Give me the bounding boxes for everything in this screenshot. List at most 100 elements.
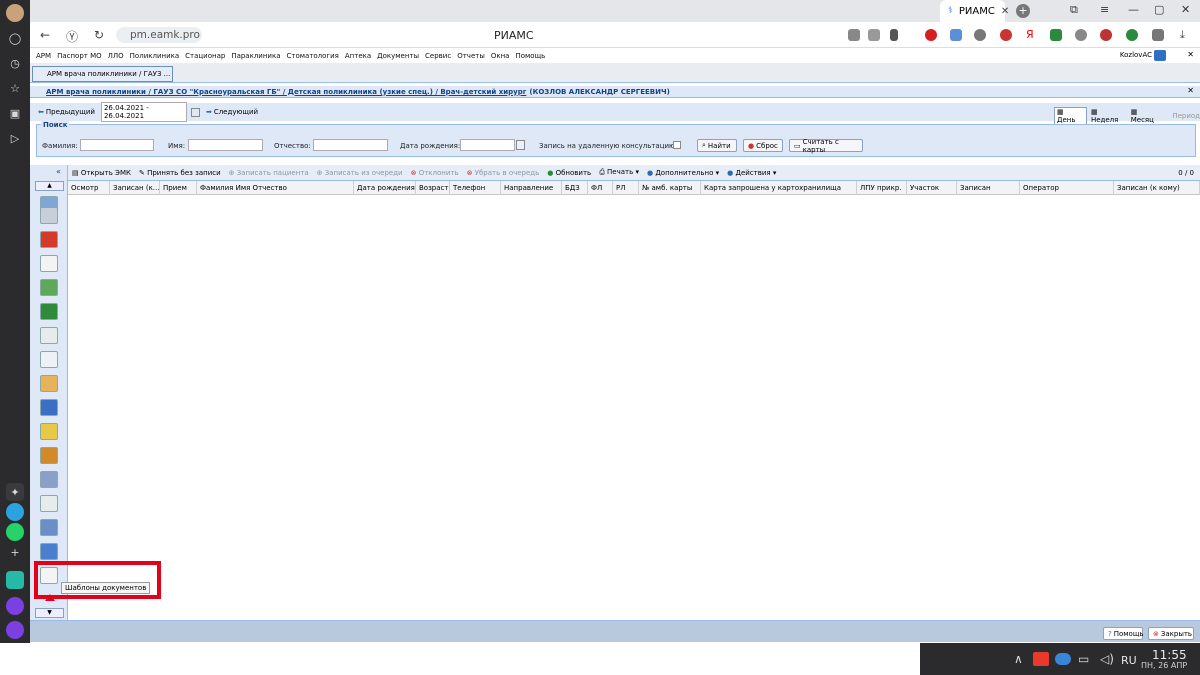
extension-icon[interactable] [925, 29, 937, 41]
reload-icon[interactable]: ↻ [94, 28, 104, 42]
volume-icon[interactable]: ◁) [1100, 652, 1114, 666]
read-card-button[interactable]: ▭ Считать с карты [789, 138, 863, 154]
birthdate-input[interactable] [460, 139, 515, 151]
close-panel-icon[interactable]: ✕ [1187, 86, 1194, 95]
menu-item[interactable]: Сервис [425, 52, 451, 60]
actions-button[interactable]: ● Действия ▾ [727, 169, 776, 177]
menu-icon[interactable]: ≡ [1100, 3, 1109, 16]
sidebar-tool-button[interactable] [37, 517, 61, 537]
window-tab[interactable]: АРМ врача поликлиники / ГАУЗ ... [32, 66, 173, 82]
network-icon[interactable]: ▭ [1078, 652, 1089, 666]
extension-icon[interactable] [1126, 29, 1138, 41]
user-camera-icon[interactable] [1154, 50, 1166, 61]
surname-input[interactable] [80, 139, 154, 151]
menu-item[interactable]: Документы [377, 52, 419, 60]
sidebar-tool-button[interactable] [37, 469, 61, 489]
browser-tab[interactable]: ⚕ РИАМС ✕ [940, 0, 1009, 22]
url-field[interactable]: pm.eamk.pro [116, 27, 202, 43]
menu-item[interactable]: Стационар [185, 52, 225, 60]
sidebar-tool-button[interactable] [37, 373, 61, 393]
week-button[interactable]: ▦ Неделя [1091, 108, 1127, 124]
sidebar-tool-button[interactable] [37, 541, 61, 561]
translate-icon[interactable] [848, 29, 860, 41]
period-button[interactable]: Период [1172, 112, 1200, 120]
scroll-up-button[interactable]: ▲ [35, 181, 64, 191]
column-header[interactable]: Участок [907, 181, 957, 195]
new-tab-button[interactable]: + [1016, 4, 1030, 18]
month-button[interactable]: ▦ Месяц [1131, 108, 1163, 124]
refresh-button[interactable]: ● Обновить [547, 169, 591, 177]
language-indicator[interactable]: RU [1121, 654, 1137, 667]
scroll-down-button[interactable]: ▼ [35, 608, 64, 618]
sparkle-icon[interactable]: ✦ [6, 483, 24, 501]
bell-icon[interactable]: ◯ [6, 29, 24, 47]
menu-item[interactable]: Паспорт МО [57, 52, 102, 60]
print-button[interactable]: ⎙ Печать ▾ [599, 168, 639, 177]
extension-icon[interactable] [974, 29, 986, 41]
menu-item[interactable]: Параклиника [231, 52, 280, 60]
column-header[interactable]: ЛПУ прикр. [857, 181, 907, 195]
sidebar-tool-button[interactable] [37, 445, 61, 465]
app-icon[interactable] [6, 571, 24, 589]
onedrive-icon[interactable] [1055, 653, 1071, 665]
enroll-button[interactable]: ⊕ Записать пациента [229, 169, 309, 177]
grid-body[interactable] [68, 195, 1200, 620]
star-icon[interactable]: ☆ [6, 79, 24, 97]
tab-close-icon[interactable]: ✕ [1001, 6, 1009, 17]
menu-item[interactable]: Поликлиника [130, 52, 179, 60]
menu-item[interactable]: Помощь [515, 52, 545, 60]
next-day-button[interactable]: Следующий [214, 108, 258, 116]
close-window-icon[interactable]: ✕ [1181, 3, 1190, 16]
menu-item[interactable]: Аптека [345, 52, 371, 60]
menu-item[interactable]: Стоматология [287, 52, 339, 60]
sidebar-tool-button[interactable] [37, 253, 61, 273]
column-header[interactable]: Записан [957, 181, 1020, 195]
column-header[interactable]: БДЗ [562, 181, 588, 195]
find-button[interactable]: ⌕ Найти [697, 139, 737, 152]
play-icon[interactable]: ▷ [6, 129, 24, 147]
open-emk-button[interactable]: ▤ Открыть ЭМК [72, 169, 131, 177]
add-icon[interactable]: + [6, 543, 24, 561]
column-header[interactable]: Записан (к... [110, 181, 160, 195]
profile-avatar-icon[interactable] [6, 4, 24, 22]
menu-item[interactable]: ЛЛО [108, 52, 124, 60]
sidebar-tool-button[interactable] [37, 301, 61, 321]
download-icon[interactable]: ⤓ [1180, 28, 1185, 42]
sidebar-tool-button[interactable] [37, 397, 61, 417]
maximize-icon[interactable]: ▢ [1154, 3, 1164, 16]
accept-button[interactable]: ✎ Принять без записи [139, 169, 221, 177]
column-header[interactable]: ФЛ [588, 181, 613, 195]
extension-icon[interactable] [1152, 29, 1164, 41]
whatsapp-icon[interactable] [6, 523, 24, 541]
tabs-icon[interactable]: ▣ [6, 104, 24, 122]
column-header[interactable]: Осмотр [68, 181, 110, 195]
column-header[interactable]: Прием [160, 181, 197, 195]
close-button[interactable]: ⊗ Закрыть [1148, 627, 1194, 640]
calendar-icon[interactable] [190, 107, 200, 117]
name-input[interactable] [188, 139, 263, 151]
extension-icon[interactable] [950, 29, 962, 41]
clock-date[interactable]: ПН, 26 АПР [1141, 661, 1187, 670]
extension-icon[interactable] [1050, 29, 1062, 41]
column-header[interactable]: Оператор [1020, 181, 1114, 195]
column-header[interactable]: № амб. карты [639, 181, 701, 195]
remove-queue-button[interactable]: ⊗ Убрать в очередь [467, 169, 540, 177]
assistant-icon[interactable] [6, 597, 24, 615]
collections-icon[interactable]: ⧉ [1070, 3, 1078, 17]
sidebar-tool-button[interactable] [37, 229, 61, 249]
more-button[interactable]: ● Дополнительно ▾ [647, 169, 719, 177]
help-button[interactable]: ? Помощь [1103, 627, 1144, 640]
anydesk-icon[interactable] [1033, 652, 1049, 666]
remote-consult-checkbox[interactable] [673, 141, 681, 149]
date-range-field[interactable]: 26.04.2021 - 26.04.2021 [100, 102, 187, 122]
yandex-logo-icon[interactable]: Я [1026, 28, 1034, 41]
reset-button[interactable]: ● Сброс [743, 139, 783, 152]
column-header[interactable]: Записан (к кому) [1114, 181, 1200, 195]
patronymic-input[interactable] [313, 139, 388, 151]
menu-item[interactable]: Отчеты [457, 52, 485, 60]
column-header[interactable]: Направление [501, 181, 562, 195]
user-name[interactable]: KozlovAC [1120, 51, 1152, 59]
menu-item[interactable]: АРМ [36, 52, 51, 60]
bookmark-icon[interactable] [890, 29, 898, 41]
clock-icon[interactable]: ◷ [6, 54, 24, 72]
